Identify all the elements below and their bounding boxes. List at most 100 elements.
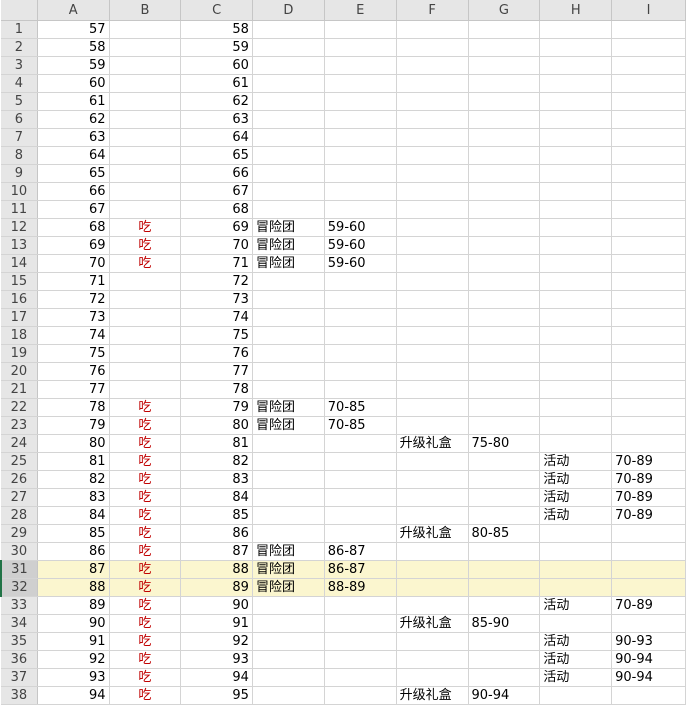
cell-b[interactable]: 吃: [109, 668, 182, 687]
cell-f[interactable]: [396, 146, 469, 165]
cell-a[interactable]: 87: [37, 560, 110, 579]
cell-d[interactable]: [252, 290, 325, 309]
cell-b[interactable]: [109, 272, 182, 291]
cell-c[interactable]: 66: [180, 164, 253, 183]
cell-d[interactable]: [252, 452, 325, 471]
row-header[interactable]: 14: [1, 254, 38, 273]
cell-e[interactable]: [324, 74, 397, 93]
cell-c[interactable]: 70: [180, 236, 253, 255]
cell-f[interactable]: [396, 254, 469, 273]
cell-i[interactable]: [611, 614, 686, 633]
cell-b[interactable]: [109, 74, 182, 93]
cell-e[interactable]: [324, 506, 397, 525]
cell-a[interactable]: 89: [37, 596, 110, 615]
cell-h[interactable]: 活动: [539, 596, 613, 615]
cell-d[interactable]: [252, 164, 325, 183]
cell-g[interactable]: [468, 506, 541, 525]
cell-i[interactable]: [611, 542, 686, 561]
cell-a[interactable]: 93: [37, 668, 110, 687]
cell-f[interactable]: [396, 398, 469, 417]
cell-i[interactable]: [611, 398, 686, 417]
cell-d[interactable]: 冒险团: [252, 416, 325, 435]
row-header[interactable]: 25: [1, 452, 38, 471]
cell-i[interactable]: 70-89: [611, 506, 686, 525]
row-header[interactable]: 19: [1, 344, 38, 363]
cell-e[interactable]: [324, 650, 397, 669]
cell-b[interactable]: 吃: [109, 488, 182, 507]
row-header[interactable]: 12: [1, 218, 38, 237]
cell-h[interactable]: [539, 200, 613, 219]
cell-f[interactable]: 升级礼盒: [396, 434, 469, 453]
cell-g[interactable]: [468, 164, 541, 183]
cell-f[interactable]: [396, 326, 469, 345]
cell-g[interactable]: [468, 398, 541, 417]
cell-f[interactable]: 升级礼盒: [396, 524, 469, 543]
cell-f[interactable]: [396, 182, 469, 201]
row-header[interactable]: 30: [1, 542, 38, 561]
row-header[interactable]: 21: [1, 380, 38, 399]
cell-c[interactable]: 78: [180, 380, 253, 399]
cell-e[interactable]: [324, 128, 397, 147]
cell-b[interactable]: [109, 146, 182, 165]
cell-d[interactable]: 冒险团: [252, 398, 325, 417]
cell-g[interactable]: [468, 146, 541, 165]
column-header-i[interactable]: I: [611, 0, 686, 21]
cell-e[interactable]: [324, 326, 397, 345]
row-header[interactable]: 1: [1, 20, 38, 39]
cell-f[interactable]: [396, 128, 469, 147]
row-header[interactable]: 8: [1, 146, 38, 165]
cell-e[interactable]: [324, 164, 397, 183]
cell-a[interactable]: 57: [37, 20, 110, 39]
cell-d[interactable]: [252, 668, 325, 687]
cell-h[interactable]: 活动: [539, 452, 613, 471]
cell-a[interactable]: 74: [37, 326, 110, 345]
cell-e[interactable]: 86-87: [324, 560, 397, 579]
cell-c[interactable]: 68: [180, 200, 253, 219]
cell-f[interactable]: [396, 236, 469, 255]
cell-c[interactable]: 71: [180, 254, 253, 273]
cell-e[interactable]: [324, 686, 397, 705]
cell-e[interactable]: [324, 524, 397, 543]
row-header[interactable]: 13: [1, 236, 38, 255]
cell-d[interactable]: [252, 344, 325, 363]
cell-b[interactable]: [109, 56, 182, 75]
cell-f[interactable]: [396, 380, 469, 399]
row-header[interactable]: 32: [0, 578, 38, 597]
cell-g[interactable]: [468, 650, 541, 669]
cell-i[interactable]: [611, 164, 686, 183]
cell-c[interactable]: 95: [180, 686, 253, 705]
cell-e[interactable]: [324, 452, 397, 471]
row-header[interactable]: 20: [1, 362, 38, 381]
cell-g[interactable]: [468, 380, 541, 399]
cell-c[interactable]: 81: [180, 434, 253, 453]
cell-h[interactable]: 活动: [539, 488, 613, 507]
cell-h[interactable]: [539, 308, 613, 327]
cell-b[interactable]: [109, 344, 182, 363]
cell-g[interactable]: [468, 218, 541, 237]
cell-i[interactable]: [611, 308, 686, 327]
cell-i[interactable]: 70-89: [611, 488, 686, 507]
cell-e[interactable]: [324, 308, 397, 327]
cell-g[interactable]: 90-94: [468, 686, 541, 705]
row-header[interactable]: 17: [1, 308, 38, 327]
column-header-b[interactable]: B: [109, 0, 182, 21]
cell-e[interactable]: [324, 434, 397, 453]
cell-c[interactable]: 58: [180, 20, 253, 39]
cell-i[interactable]: 90-94: [611, 668, 686, 687]
cell-d[interactable]: [252, 614, 325, 633]
row-header[interactable]: 34: [1, 614, 38, 633]
cell-h[interactable]: [539, 218, 613, 237]
cell-a[interactable]: 73: [37, 308, 110, 327]
cell-h[interactable]: [539, 614, 613, 633]
cell-b[interactable]: 吃: [109, 686, 182, 705]
cell-g[interactable]: [468, 56, 541, 75]
cell-d[interactable]: [252, 326, 325, 345]
row-header[interactable]: 37: [1, 668, 38, 687]
row-header[interactable]: 24: [1, 434, 38, 453]
cell-h[interactable]: [539, 56, 613, 75]
cell-c[interactable]: 84: [180, 488, 253, 507]
cell-e[interactable]: [324, 200, 397, 219]
column-header-h[interactable]: H: [539, 0, 613, 21]
column-header-f[interactable]: F: [396, 0, 469, 21]
cell-h[interactable]: [539, 20, 613, 39]
